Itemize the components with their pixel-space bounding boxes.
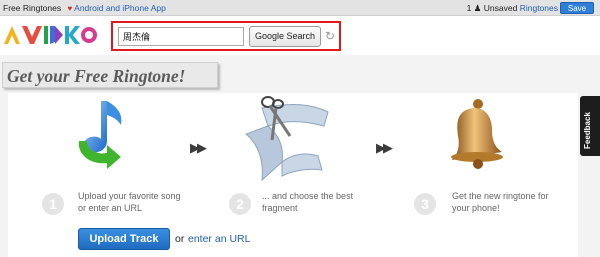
top-bar: Free Ringtones ♥ Android and iPhone App …: [0, 0, 600, 16]
free-ringtones-label: Free Ringtones: [3, 3, 62, 13]
audiko-logo[interactable]: [3, 24, 99, 46]
step-text: Get the new ringtone for your phone!: [452, 190, 549, 214]
header: Google Search ↻: [0, 16, 600, 54]
upload-track-button[interactable]: Upload Track: [78, 228, 170, 250]
step-text-line: or enter an URL: [78, 203, 143, 213]
search-highlight-frame: Google Search ↻: [111, 21, 341, 51]
ringtones-link[interactable]: Ringtones: [520, 3, 558, 13]
banner-title: Get your Free Ringtone!: [7, 66, 186, 86]
step-text-line: ... and choose the best: [262, 191, 354, 201]
next-arrow-icon: ▶▶: [190, 140, 207, 155]
search-input[interactable]: [118, 27, 244, 46]
android-iphone-app-link[interactable]: Android and iPhone App: [74, 3, 166, 13]
feedback-tab[interactable]: Feedback: [580, 96, 600, 156]
step-text-line: fragment: [262, 203, 298, 213]
banner: Get your Free Ringtone!: [2, 62, 218, 88]
top-bar-left: Free Ringtones ♥ Android and iPhone App: [3, 3, 166, 13]
step-text: ... and choose the best fragment: [262, 190, 353, 214]
feedback-label: Feedback: [583, 112, 592, 149]
music-note-upload-icon: [78, 101, 122, 169]
heart-icon: ♥: [67, 4, 73, 13]
save-button[interactable]: Save: [560, 2, 594, 14]
top-bar-right: 1 ♟ Unsaved Ringtones: [467, 3, 558, 14]
step-number: 2: [229, 193, 251, 215]
person-icon: ♟: [473, 3, 482, 13]
step-text-line: Upload your favorite song: [78, 191, 181, 201]
google-search-button[interactable]: Google Search: [249, 26, 321, 47]
or-label: or: [175, 233, 185, 245]
unsaved-count: 1: [466, 3, 472, 13]
bell-icon: [451, 99, 503, 169]
scissors-wave-icon: [245, 96, 329, 182]
step-text: Upload your favorite song or enter an UR…: [78, 190, 181, 214]
step-text-line: your phone!: [452, 203, 500, 213]
next-arrow-icon: ▶▶: [376, 140, 393, 155]
unsaved-label: Unsaved: [483, 3, 518, 13]
enter-url-link[interactable]: enter an URL: [188, 233, 250, 245]
refresh-icon: ↻: [325, 29, 336, 43]
step-text-line: Get the new ringtone for: [452, 191, 549, 201]
step-number: 3: [414, 193, 436, 215]
step-number: 1: [42, 193, 64, 215]
